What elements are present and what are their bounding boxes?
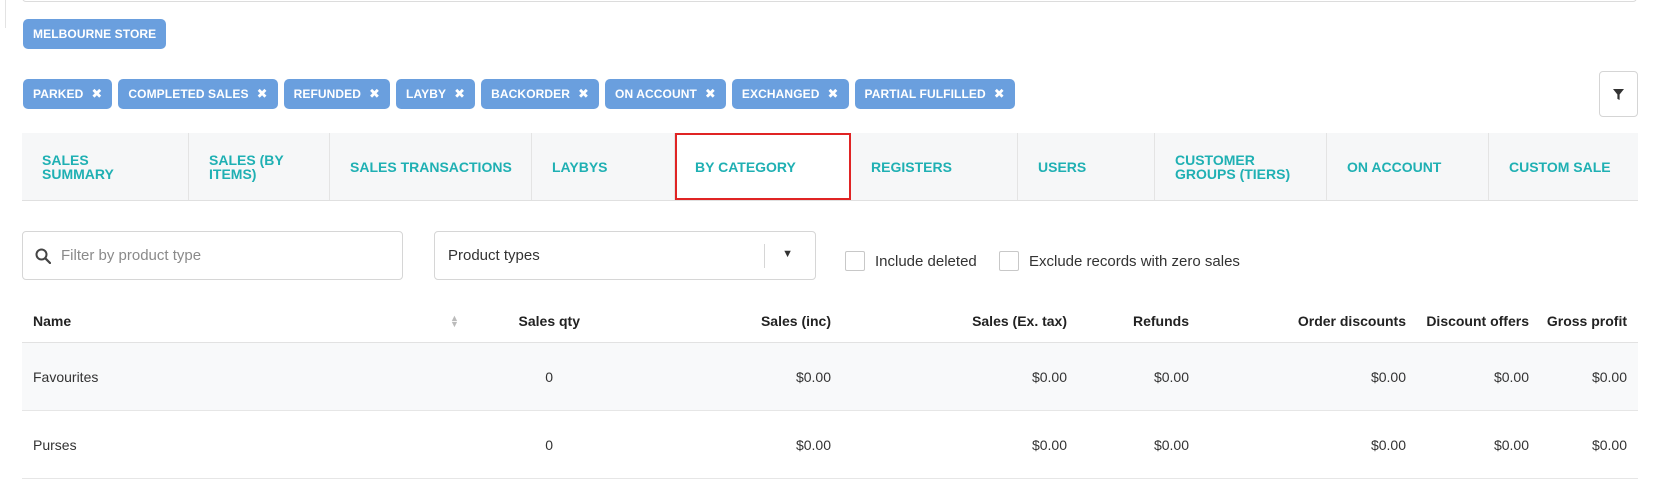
table-header: Name ▲ ▼ Sales qty Sales (inc) Sales (Ex.…	[22, 300, 1638, 343]
product-types-select[interactable]: Product types ▼	[434, 231, 816, 280]
tab-sales-summary[interactable]: SALES SUMMARY	[22, 133, 189, 200]
tab-sales-transactions[interactable]: SALES TRANSACTIONS	[330, 133, 532, 200]
chip-label: LAYBY	[406, 87, 447, 101]
tab-label: USERS	[1038, 158, 1087, 175]
close-icon[interactable]: ✖	[257, 86, 268, 102]
filter-chip-completed-sales[interactable]: COMPLETED SALES ✖	[118, 79, 278, 109]
status-filter-chips: PARKED ✖ COMPLETED SALES ✖ REFUNDED ✖ LAYBY…	[23, 79, 1015, 109]
cell-name: Favourites	[33, 368, 99, 385]
filter-chip-refunded[interactable]: REFUNDED ✖	[283, 79, 391, 109]
chip-label: PARKED	[33, 87, 84, 101]
cell-order-discounts: $0.00	[1370, 368, 1406, 385]
store-chip[interactable]: MELBOURNE STORE	[23, 19, 167, 49]
checkbox-label: Exclude records with zero sales	[1029, 252, 1240, 270]
cell-sales-inc: $0.00	[795, 368, 831, 385]
col-sales-inc[interactable]: Sales (inc)	[761, 313, 831, 329]
search-icon	[35, 248, 51, 264]
chip-label: EXCHANGED	[741, 87, 820, 101]
caret-down-icon: ▼	[782, 248, 793, 260]
select-value: Product types	[448, 247, 540, 264]
col-discount-offers[interactable]: Discount offers	[1426, 313, 1529, 329]
checkbox-label: Include deleted	[875, 252, 977, 270]
col-order-discounts[interactable]: Order discounts	[1298, 313, 1406, 329]
chip-label: COMPLETED SALES	[128, 87, 249, 101]
col-sales-qty[interactable]: Sales qty	[519, 313, 580, 329]
chip-label: REFUNDED	[293, 87, 362, 101]
table-row[interactable]: Purses 0 $0.00 $0.00 $0.00 $0.00 $0.00 $…	[22, 411, 1638, 479]
filter-chip-on-account[interactable]: ON ACCOUNT ✖	[605, 79, 726, 109]
filter-chip-parked[interactable]: PARKED ✖	[23, 79, 113, 109]
tab-label: LAYBYS	[552, 158, 608, 175]
product-type-search	[22, 231, 403, 280]
top-field-edge	[22, 0, 1637, 2]
cell-refunds: $0.00	[1153, 436, 1189, 453]
tab-label: SALES (BY ITEMS)	[209, 151, 284, 182]
cell-order-discounts: $0.00	[1370, 436, 1406, 453]
table-row[interactable]: Favourites 0 $0.00 $0.00 $0.00 $0.00 $0.…	[22, 343, 1638, 411]
cell-refunds: $0.00	[1153, 368, 1189, 385]
filter-chip-partial-fulfilled[interactable]: PARTIAL FULFILLED ✖	[854, 79, 1015, 109]
search-input[interactable]	[61, 247, 381, 264]
close-icon[interactable]: ✖	[369, 86, 380, 102]
tab-label: SALES SUMMARY	[42, 151, 114, 182]
tab-label: REGISTERS	[871, 158, 952, 175]
include-deleted-checkbox[interactable]	[845, 251, 865, 271]
filter-toggle-button[interactable]	[1599, 71, 1638, 117]
close-icon[interactable]: ✖	[454, 86, 465, 102]
filter-chip-backorder[interactable]: BACKORDER ✖	[481, 79, 600, 109]
chip-label: BACKORDER	[491, 87, 571, 101]
category-sales-table: Name ▲ ▼ Sales qty Sales (inc) Sales (Ex.…	[22, 300, 1638, 479]
filter-chip-exchanged[interactable]: EXCHANGED ✖	[731, 79, 849, 109]
tab-on-account[interactable]: ON ACCOUNT	[1327, 133, 1489, 200]
tab-by-category[interactable]: BY CATEGORY	[675, 133, 851, 200]
include-deleted-option: Include deleted	[845, 251, 977, 271]
funnel-icon	[1613, 88, 1624, 100]
cell-name: Purses	[33, 436, 77, 453]
cell-sales-ex-tax: $0.00	[1031, 436, 1067, 453]
tab-registers[interactable]: REGISTERS	[851, 133, 1018, 200]
tab-label: CUSTOM SALE	[1509, 158, 1611, 175]
tab-label: CUSTOMER GROUPS (TIERS)	[1175, 151, 1291, 182]
tab-label: SALES TRANSACTIONS	[350, 158, 512, 175]
cell-discount-offers: $0.00	[1493, 368, 1529, 385]
close-icon[interactable]: ✖	[828, 86, 839, 102]
col-name[interactable]: Name	[33, 313, 71, 329]
close-icon[interactable]: ✖	[91, 86, 102, 102]
tab-label: BY CATEGORY	[695, 158, 796, 175]
col-sales-ex-tax[interactable]: Sales (Ex. tax)	[972, 313, 1067, 329]
cell-sales-ex-tax: $0.00	[1031, 368, 1067, 385]
close-icon[interactable]: ✖	[705, 86, 716, 102]
window-edge	[0, 0, 6, 28]
close-icon[interactable]: ✖	[994, 86, 1005, 102]
cell-sales-qty: 0	[545, 368, 553, 385]
tab-laybys[interactable]: LAYBYS	[532, 133, 675, 200]
chip-label: ON ACCOUNT	[615, 87, 697, 101]
col-gross-profit[interactable]: Gross profit	[1547, 313, 1627, 329]
cell-gross-profit: $0.00	[1591, 436, 1627, 453]
cell-sales-inc: $0.00	[795, 436, 831, 453]
exclude-zero-option: Exclude records with zero sales	[999, 251, 1240, 271]
tab-label: ON ACCOUNT	[1347, 158, 1442, 175]
sort-icon[interactable]: ▲ ▼	[450, 314, 459, 329]
cell-gross-profit: $0.00	[1591, 368, 1627, 385]
tab-sales-by-items[interactable]: SALES (BY ITEMS)	[189, 133, 330, 200]
tab-custom-sale[interactable]: CUSTOM SALE	[1489, 133, 1638, 200]
filter-chip-layby[interactable]: LAYBY ✖	[396, 79, 476, 109]
cell-discount-offers: $0.00	[1493, 436, 1529, 453]
tab-users[interactable]: USERS	[1018, 133, 1155, 200]
tab-customer-groups[interactable]: CUSTOMER GROUPS (TIERS)	[1155, 133, 1327, 200]
cell-sales-qty: 0	[545, 436, 553, 453]
report-tabs: SALES SUMMARY SALES (BY ITEMS) SALES TRA…	[22, 133, 1638, 201]
exclude-zero-checkbox[interactable]	[999, 251, 1019, 271]
chip-label: PARTIAL FULFILLED	[864, 87, 986, 101]
close-icon[interactable]: ✖	[578, 86, 589, 102]
select-divider	[764, 244, 765, 268]
col-refunds[interactable]: Refunds	[1133, 313, 1189, 329]
